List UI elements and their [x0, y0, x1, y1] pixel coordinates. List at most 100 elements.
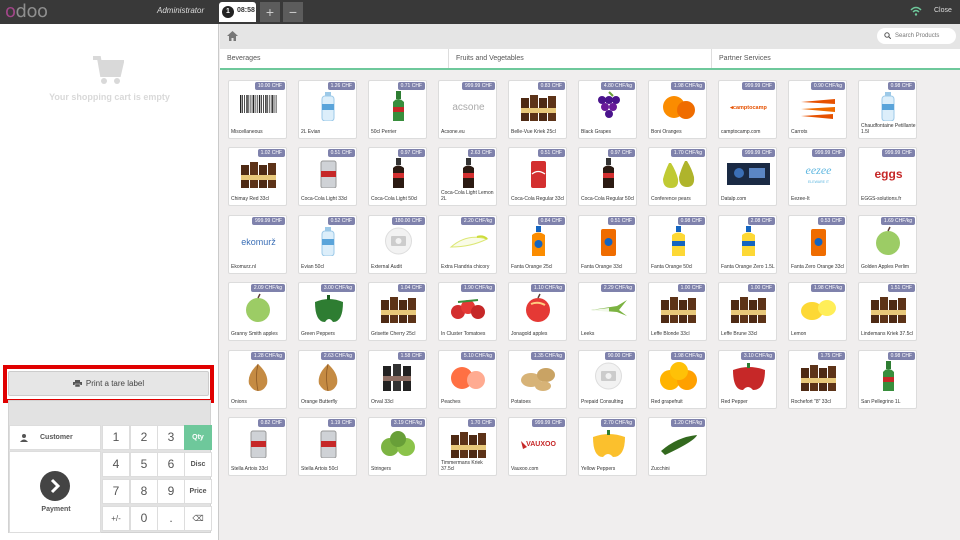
product-card[interactable]: 2.29 CHF/kg Leeks [578, 282, 637, 341]
disc-mode-button[interactable]: Disc [184, 452, 212, 477]
home-icon[interactable] [227, 31, 238, 41]
product-card[interactable]: 1.98 CHF/kg Lemon [788, 282, 847, 341]
product-card[interactable]: 0.52 CHF Evian 50cl [298, 215, 357, 274]
product-card[interactable]: 1.00 CHF Leffe Blonde 33cl [648, 282, 707, 341]
product-card[interactable]: ◂camptocamp 999.99 CHF camptocamp.com [718, 80, 777, 139]
product-card[interactable]: 1.58 CHF Orval 33cl [368, 350, 427, 409]
product-card[interactable]: 1.69 CHF/kg Golden Apples Perlim [858, 215, 917, 274]
product-card[interactable]: 0.82 CHF Stella Artois 33cl [228, 417, 287, 476]
numpad-key-3[interactable]: 3 [157, 425, 185, 450]
numpad-key-0[interactable]: 0 [130, 506, 158, 531]
numpad-key-8[interactable]: 8 [130, 479, 158, 504]
product-price-tag: 180.00 CHF [392, 217, 425, 225]
product-card[interactable]: 0.98 CHF San Pellegrino 1L [858, 350, 917, 409]
product-card[interactable]: 1.35 CHF/kg Potatoes [508, 350, 567, 409]
product-card[interactable]: 1.90 CHF/kg In Cluster Tomatoes [438, 282, 497, 341]
product-card[interactable]: 1.00 CHF Leffe Brune 33cl [718, 282, 777, 341]
product-card[interactable]: 180.00 CHF External Audit [368, 215, 427, 274]
product-card[interactable]: 3.10 CHF/kg Red Pepper [718, 350, 777, 409]
product-card[interactable]: 0.83 CHF Belle-Vue Kriek 25cl [508, 80, 567, 139]
search-products-input[interactable]: Search Products [877, 28, 956, 44]
product-card[interactable]: 2.70 CHF/kg Yellow Peppers [578, 417, 637, 476]
breadcrumb-bar: Search Products [220, 24, 960, 49]
product-card[interactable]: 3.19 CHF/kg Stringers [368, 417, 427, 476]
product-card[interactable]: 1.04 CHF Grisette Cherry 25cl [368, 282, 427, 341]
product-card[interactable]: 0.51 CHF Fanta Orange 33cl [578, 215, 637, 274]
username[interactable]: Administrator [157, 6, 204, 15]
product-name: 50cl Perrier [371, 129, 397, 135]
product-card[interactable]: 90.00 CHF Prepaid Consulting [578, 350, 637, 409]
product-card[interactable]: 1.75 CHF Rochefort "8" 33cl [788, 350, 847, 409]
product-price-tag: 0.84 CHF [537, 217, 565, 225]
product-card[interactable]: 2.63 CHF Coca-Cola Light Lemon 2L [438, 147, 497, 206]
product-card[interactable]: eggs 999.99 CHF EGGS-solutions.fr [858, 147, 917, 206]
product-card[interactable]: 2.08 CHF Fanta Orange Zero 1.5L [718, 215, 777, 274]
product-price-tag: 2.20 CHF/kg [460, 217, 495, 225]
numpad-decimal-key[interactable]: . [157, 506, 185, 531]
product-card[interactable]: 4.80 CHF/kg Black Grapes [578, 80, 637, 139]
chicory-icon [449, 235, 489, 248]
product-card[interactable]: 0.98 CHF Chaudfontaine Petillante 1.5l [858, 80, 917, 139]
product-card[interactable]: 1.10 CHF/kg Jonagold apples [508, 282, 567, 341]
qty-mode-button[interactable]: Qty [184, 425, 212, 450]
numpad-key-4[interactable]: 4 [102, 452, 130, 477]
product-card[interactable]: 1.19 CHF Stella Artois 50cl [298, 417, 357, 476]
category-partner-services[interactable]: Partner Services [712, 49, 960, 68]
product-card[interactable]: 0.71 CHF 50cl Perrier [368, 80, 427, 139]
product-card[interactable]: 0.53 CHF Fanta Zero Orange 33cl [788, 215, 847, 274]
product-card[interactable]: 0.97 CHF Coca-Cola Regular 50cl [578, 147, 637, 206]
product-card[interactable]: ekomurž 999.99 CHF Ekomurz.nl [228, 215, 287, 274]
product-card[interactable]: 2.20 CHF/kg Extra Flandria chicory [438, 215, 497, 274]
product-card[interactable]: 1.20 CHF/kg Zucchini [648, 417, 707, 476]
numpad-key-5[interactable]: 5 [130, 452, 158, 477]
orange-icon [663, 96, 695, 119]
product-card[interactable]: 1.98 CHF/kg Red grapefruit [648, 350, 707, 409]
dark-bottle-icon [463, 158, 474, 188]
product-card[interactable]: 3.00 CHF/kg Green Peppers [298, 282, 357, 341]
numpad-key-1[interactable]: 1 [102, 425, 130, 450]
product-card[interactable]: 0.84 CHF Fanta Orange 25cl [508, 215, 567, 274]
price-mode-button[interactable]: Price [184, 479, 212, 504]
delete-order-button[interactable]: − [283, 2, 303, 22]
product-card[interactable]: 0.90 CHF/kg Carrots [788, 80, 847, 139]
product-card[interactable]: 1.98 CHF/kg Boni Oranges [648, 80, 707, 139]
order-tab[interactable]: 1 08:58 [219, 2, 256, 22]
customer-button[interactable]: Customer [9, 425, 101, 450]
product-card[interactable]: 5.10 CHF/kg Peaches [438, 350, 497, 409]
payment-button[interactable]: Payment [9, 451, 101, 533]
product-card[interactable]: 1.70 CHF/kg Conference pears [648, 147, 707, 206]
product-card[interactable]: 2.09 CHF/kg Granny Smith apples [228, 282, 287, 341]
product-card[interactable]: 1.28 CHF/kg Onions [228, 350, 287, 409]
product-card[interactable]: acsone 999.99 CHF Acsone.eu [438, 80, 497, 139]
print-tare-label-button[interactable]: Print a tare label [8, 371, 209, 396]
product-card[interactable]: eezee ELEWARE IT 999.99 CHF Eezee-It [788, 147, 847, 206]
product-card[interactable]: 1.70 CHF Timmermans Kriek 37.5cl [438, 417, 497, 476]
numpad-key-7[interactable]: 7 [102, 479, 130, 504]
product-price-tag: 1.10 CHF/kg [530, 284, 565, 292]
numpad-key-9[interactable]: 9 [157, 479, 185, 504]
product-name: Evian 50cl [301, 264, 325, 270]
numpad-key-2[interactable]: 2 [130, 425, 158, 450]
product-price-tag: 1.51 CHF [887, 284, 915, 292]
orange-can-icon [601, 229, 616, 256]
product-card[interactable]: 999.99 CHF Datalp.com [718, 147, 777, 206]
product-card[interactable]: 2.63 CHF/kg Orange Butterfly [298, 350, 357, 409]
new-order-button[interactable]: + [260, 2, 280, 22]
product-price-tag: 999.99 CHF [532, 419, 565, 427]
product-card[interactable]: 0.51 CHF Coca-Cola Light 33cl [298, 147, 357, 206]
product-card[interactable]: 1.26 CHF 2L Evian [298, 80, 357, 139]
product-card[interactable]: 1.51 CHF Lindemans Kriek 37.5cl [858, 282, 917, 341]
product-card[interactable]: 0.97 CHF Coca-Cola Light 50cl [368, 147, 427, 206]
close-button[interactable]: Close [934, 7, 952, 14]
product-card[interactable]: 1.02 CHF Chimay Red 33cl [228, 147, 287, 206]
product-card[interactable]: 0.51 CHF Coca-Cola Regular 33cl [508, 147, 567, 206]
product-name: Ekomurz.nl [231, 264, 257, 270]
product-card[interactable]: 0.98 CHF Fanta Orange 50cl [648, 215, 707, 274]
numpad-sign-key[interactable]: +/- [102, 506, 130, 531]
category-beverages[interactable]: Beverages [220, 49, 449, 68]
product-card[interactable]: 10.00 CHF Miscellaneous [228, 80, 287, 139]
backspace-button[interactable]: ⌫ [184, 506, 212, 531]
product-card[interactable]: VAUXOO 999.99 CHF Vauxoo.com [508, 417, 567, 476]
numpad-key-6[interactable]: 6 [157, 452, 185, 477]
category-fruits-vegetables[interactable]: Fruits and Vegetables [449, 49, 712, 68]
